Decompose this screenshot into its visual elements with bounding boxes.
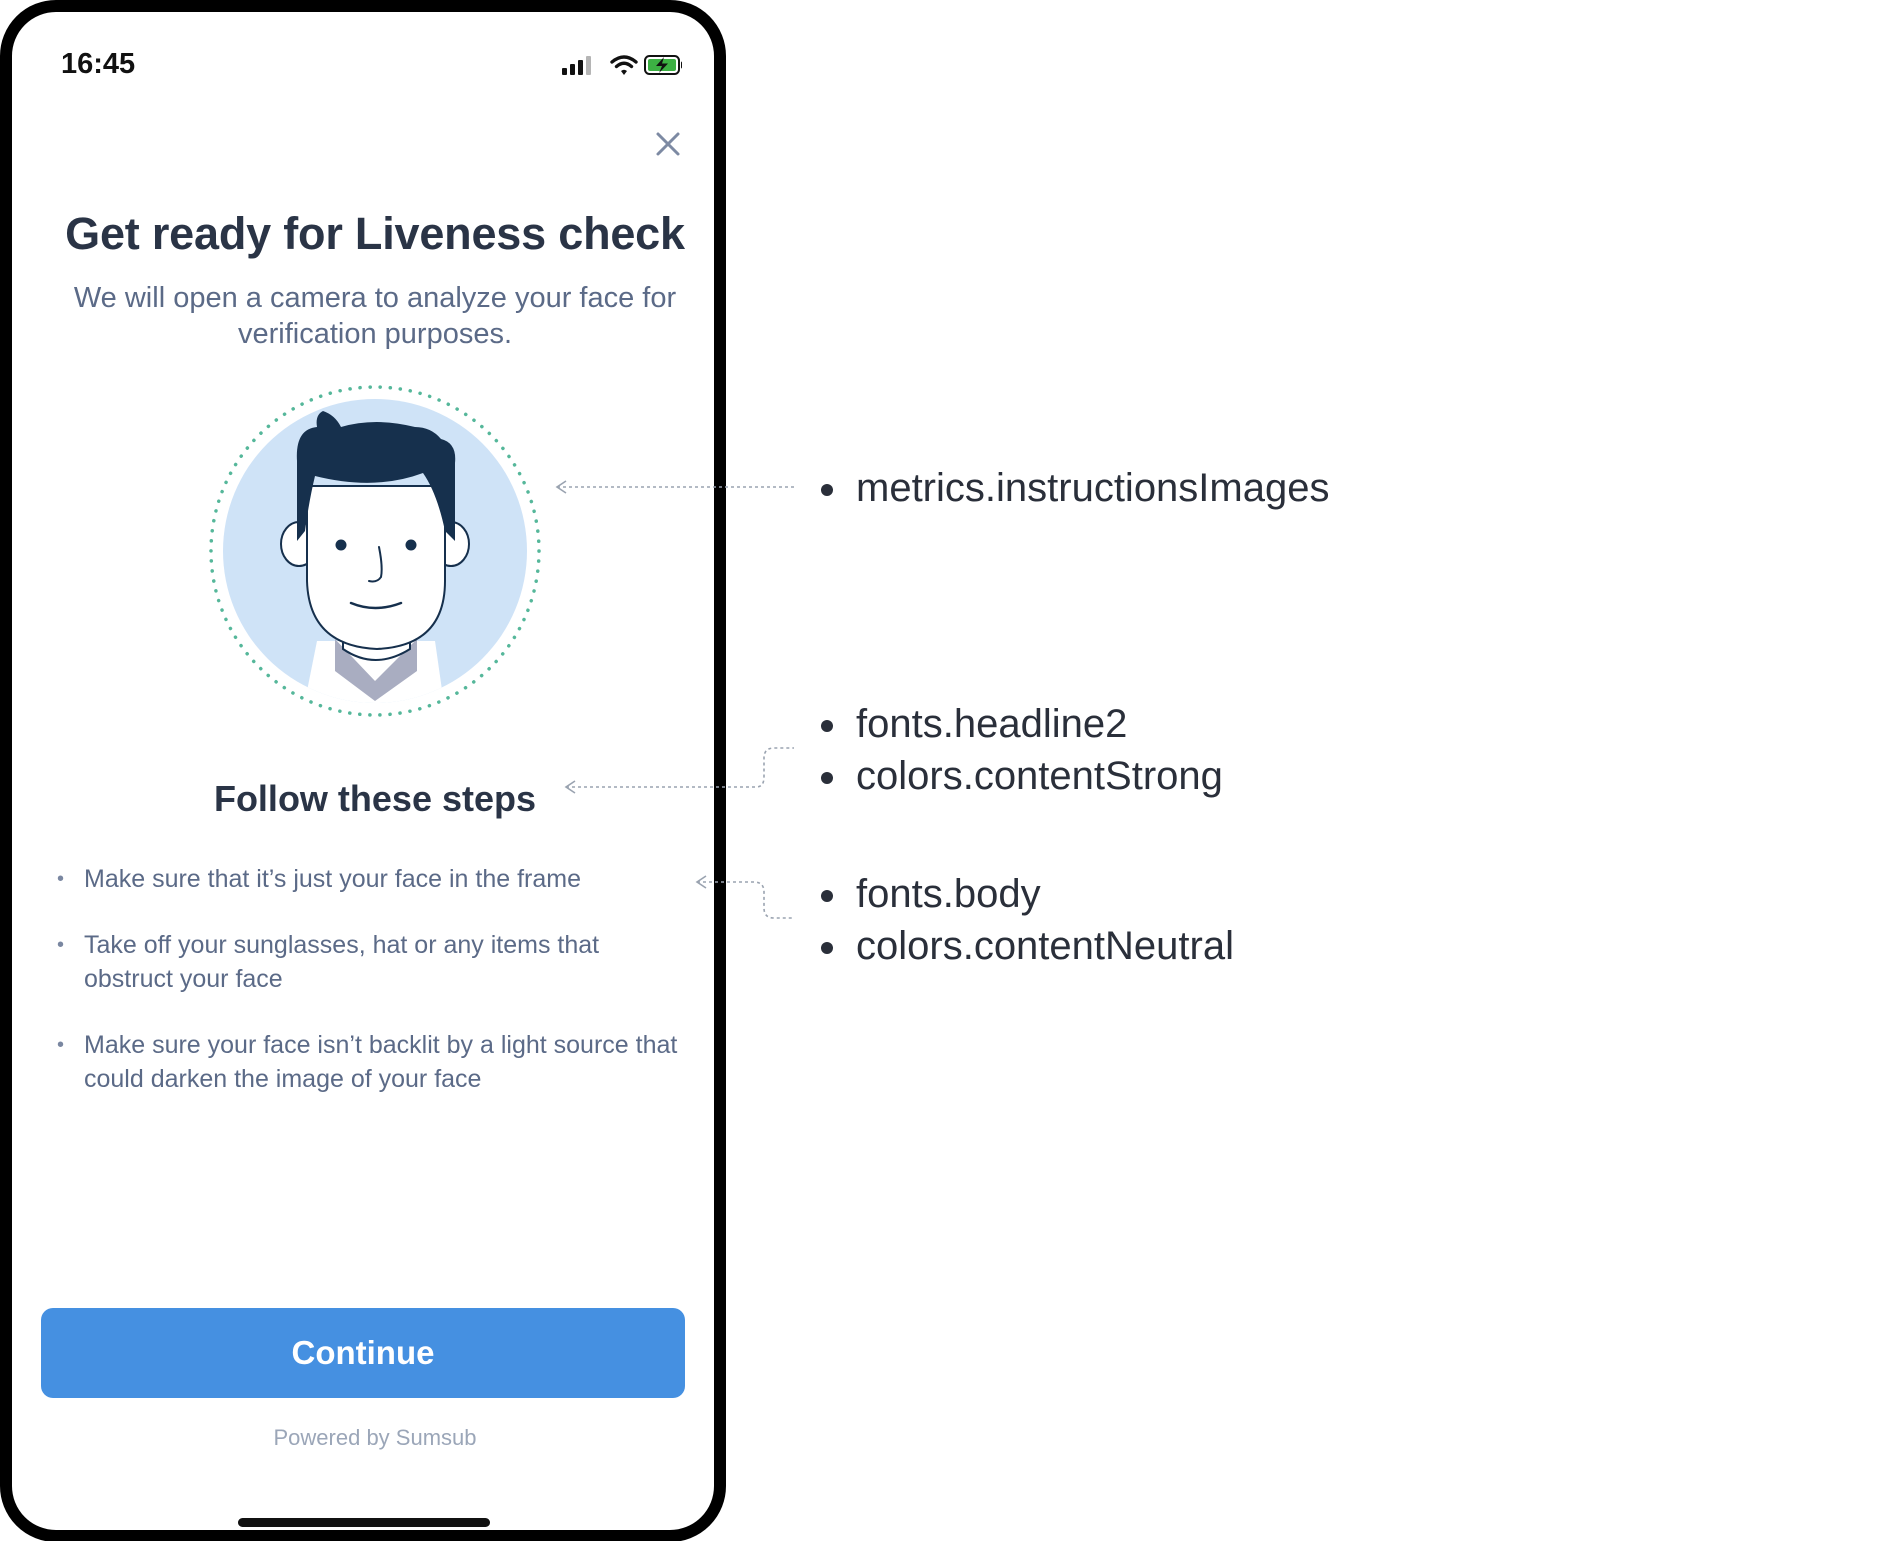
annotation-image: metrics.instructionsImages <box>809 462 1329 514</box>
page: 16:45 Get ready for Liveness check We wi… <box>0 0 1880 1541</box>
annotation-label: colors.contentNeutral <box>809 920 1234 972</box>
annotation-body: fonts.body colors.contentNeutral <box>809 868 1234 972</box>
annotation-label: colors.contentStrong <box>809 750 1223 802</box>
annotation-label: metrics.instructionsImages <box>809 462 1329 514</box>
body-connector <box>697 881 794 919</box>
annotation-heading: fonts.headline2 colors.contentStrong <box>809 698 1223 802</box>
heading-connector <box>566 747 794 788</box>
annotation-label: fonts.body <box>809 868 1234 920</box>
annotation-label: fonts.headline2 <box>809 698 1223 750</box>
